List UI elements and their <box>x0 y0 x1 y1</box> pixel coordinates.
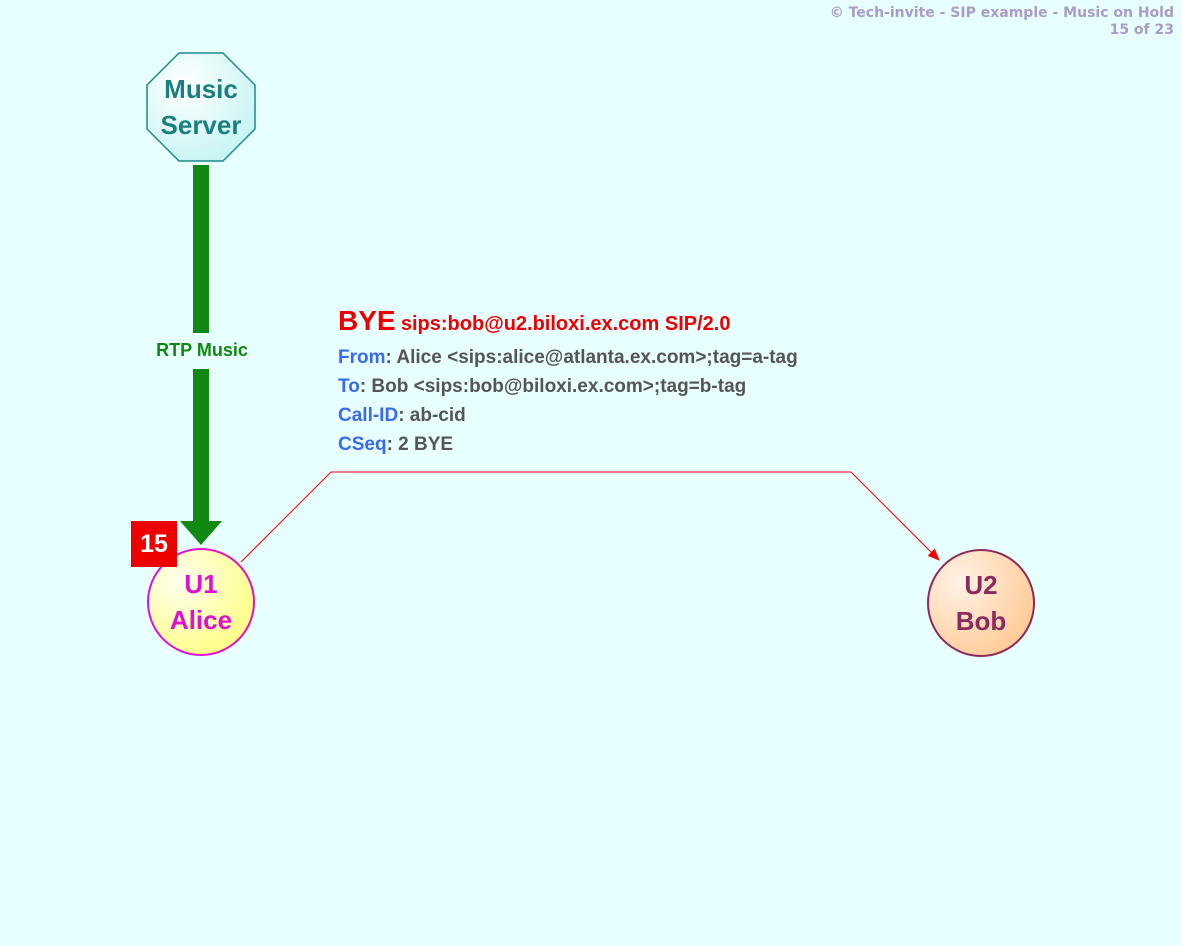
bob-label: U2 Bob <box>928 567 1034 639</box>
header-value: : ab-cid <box>398 405 466 426</box>
rtp-flow-arrowhead <box>180 521 222 545</box>
bye-message-arrow <box>240 471 940 563</box>
request-uri: sips:bob@u2.biloxi.ex.com SIP/2.0 <box>400 313 731 335</box>
sip-method: BYE <box>338 305 396 336</box>
header-call-id: Call-ID: ab-cid <box>338 401 798 430</box>
header-value: : 2 BYE <box>386 434 454 455</box>
rtp-flow-bar-top <box>193 165 209 333</box>
alice-line1: U1 <box>184 569 218 599</box>
bob-line2: Bob <box>955 606 1007 636</box>
header-to: To: Bob <sips:bob@biloxi.ex.com>;tag=b-t… <box>338 372 798 401</box>
header-name: To <box>338 376 360 397</box>
header-cseq: CSeq: 2 BYE <box>338 430 798 459</box>
bob-line1: U2 <box>964 570 998 600</box>
header-name: Call-ID <box>338 405 399 426</box>
step-number-badge: 15 <box>131 521 177 567</box>
rtp-flow-bar-bottom <box>193 369 209 523</box>
header-value: : Alice <sips:alice@atlanta.ex.com>;tag=… <box>385 347 798 368</box>
music-server-label: Music Server <box>147 71 255 143</box>
header-name: From <box>338 347 386 368</box>
header-from: From: Alice <sips:alice@atlanta.ex.com>;… <box>338 343 798 372</box>
alice-label: U1 Alice <box>148 566 254 638</box>
music-server-line1: Music <box>164 74 238 104</box>
request-line: BYE sips:bob@u2.biloxi.ex.com SIP/2.0 <box>338 303 798 343</box>
header-name: CSeq <box>338 434 387 455</box>
sip-message: BYE sips:bob@u2.biloxi.ex.com SIP/2.0 Fr… <box>338 303 798 459</box>
rtp-music-label: RTP Music <box>156 340 248 360</box>
music-server-line2: Server <box>160 110 242 140</box>
header-value: : Bob <sips:bob@biloxi.ex.com>;tag=b-tag <box>359 376 747 397</box>
alice-line2: Alice <box>169 605 233 635</box>
